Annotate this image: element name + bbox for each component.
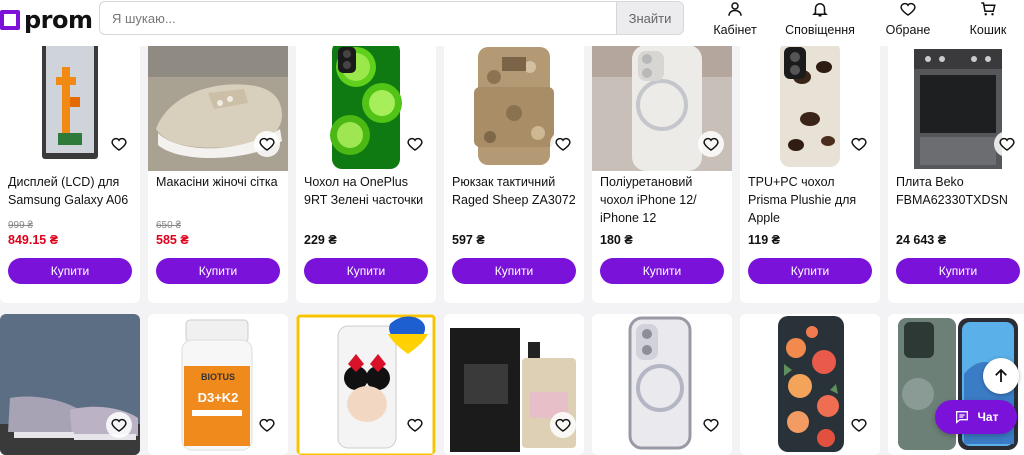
product-card[interactable] — [296, 314, 436, 455]
nav-notifications-label: Сповіщення — [785, 23, 855, 37]
heart-icon — [703, 137, 719, 151]
bottle-product: D3+K2 — [197, 390, 239, 405]
heart-icon — [407, 418, 423, 432]
chat-icon — [955, 411, 968, 424]
bottle-brand: BIOTUS — [200, 372, 235, 382]
product-card[interactable]: Плита Beko FBMA62330TXDSN 24 643 ₴ Купит… — [888, 37, 1024, 303]
favorite-button[interactable] — [402, 131, 428, 157]
user-icon — [728, 2, 742, 16]
product-title[interactable]: TPU+PC чохол Prisma Plushie для Apple — [748, 173, 876, 227]
heart-icon — [555, 418, 571, 432]
logo[interactable]: prom — [0, 6, 93, 34]
product-price: 24 643 ₴ — [896, 233, 947, 247]
favorite-button[interactable] — [550, 131, 576, 157]
bell-icon — [812, 3, 828, 17]
heart-icon — [407, 137, 423, 151]
favorite-button[interactable] — [550, 412, 576, 438]
product-price: 119 ₴ — [748, 233, 780, 247]
nav-notifications[interactable]: Сповіщення — [784, 0, 856, 37]
product-title[interactable]: Рюкзак тактичний Raged Sheep ZA3072 — [452, 173, 580, 209]
favorite-button[interactable] — [106, 412, 132, 438]
buy-button[interactable]: Купити — [304, 258, 428, 284]
product-card[interactable]: TPU+PC чохол Prisma Plushie для Apple 11… — [740, 37, 880, 303]
product-card[interactable]: Чохол на OnePlus 9RT Зелені часточки 229… — [296, 37, 436, 303]
favorite-button[interactable] — [402, 412, 428, 438]
buy-button[interactable]: Купити — [600, 258, 724, 284]
nav-cart[interactable]: Кошик — [966, 0, 1010, 37]
product-price: 597 ₴ — [452, 233, 485, 247]
product-title[interactable]: Дисплей (LCD) для Samsung Galaxy A06 — [8, 173, 136, 209]
product-card[interactable] — [592, 314, 732, 455]
heart-icon — [111, 137, 127, 151]
heart-icon — [111, 418, 127, 432]
product-price: 849.15 ₴ — [8, 233, 59, 247]
product-card[interactable]: Дисплей (LCD) для Samsung Galaxy A06 999… — [0, 37, 140, 303]
favorite-button[interactable] — [994, 131, 1020, 157]
product-card[interactable] — [444, 314, 584, 455]
page: Дисплей (LCD) для Samsung Galaxy A06 999… — [0, 0, 1024, 455]
heart-icon — [851, 137, 867, 151]
buy-button[interactable]: Купити — [896, 258, 1020, 284]
product-title[interactable]: Чохол на OnePlus 9RT Зелені часточки — [304, 173, 432, 209]
buy-button[interactable]: Купити — [156, 258, 280, 284]
heart-icon — [999, 137, 1015, 151]
search-button[interactable]: Знайти — [616, 2, 683, 34]
nav-favorites[interactable]: Обране — [884, 0, 932, 37]
product-title[interactable]: Плита Beko FBMA62330TXDSN — [896, 173, 1024, 209]
top-header: prom Знайти Кабінет Сповіщення Обране Ко… — [0, 0, 1024, 46]
nav-cart-label: Кошик — [969, 23, 1007, 37]
heart-icon — [703, 418, 719, 432]
heart-icon — [259, 137, 275, 151]
favorite-button[interactable] — [106, 131, 132, 157]
product-title[interactable]: Поліуретановий чохол iPhone 12/ iPhone 1… — [600, 173, 728, 227]
heart-icon — [259, 418, 275, 432]
scroll-top-button[interactable] — [983, 358, 1019, 394]
arrow-up-icon — [995, 368, 1007, 382]
product-card[interactable]: Рюкзак тактичний Raged Sheep ZA3072 597 … — [444, 37, 584, 303]
product-price: 180 ₴ — [600, 233, 633, 247]
old-price: 650 ₴ — [156, 220, 182, 231]
heart-icon — [555, 137, 571, 151]
nav-cabinet-label: Кабінет — [713, 23, 757, 37]
search-input[interactable] — [100, 2, 616, 34]
old-price: 999 ₴ — [8, 220, 34, 231]
product-price: 229 ₴ — [304, 233, 337, 247]
chat-button[interactable]: Чат — [935, 400, 1017, 434]
favorite-button[interactable] — [254, 131, 280, 157]
product-card[interactable] — [0, 314, 140, 455]
product-card[interactable] — [740, 314, 880, 455]
product-card[interactable]: Макасіни жіночі сітка 650 ₴ 585 ₴ Купити — [148, 37, 288, 303]
search-bar: Знайти — [99, 1, 684, 35]
logo-text: prom — [24, 6, 93, 34]
cart-icon — [981, 2, 996, 16]
favorite-button[interactable] — [846, 412, 872, 438]
chat-label: Чат — [977, 410, 999, 424]
favorite-button[interactable] — [698, 412, 724, 438]
nav-cabinet[interactable]: Кабінет — [712, 0, 758, 37]
product-card[interactable]: BIOTUS D3+K2 — [148, 314, 288, 455]
buy-button[interactable]: Купити — [8, 258, 132, 284]
buy-button[interactable]: Купити — [748, 258, 872, 284]
heart-icon — [900, 2, 916, 16]
product-title[interactable]: Макасіни жіночі сітка — [156, 173, 284, 191]
product-card[interactable]: Поліуретановий чохол iPhone 12/ iPhone 1… — [592, 37, 732, 303]
heart-icon — [851, 418, 867, 432]
favorite-button[interactable] — [846, 131, 872, 157]
favorite-button[interactable] — [254, 412, 280, 438]
nav-favorites-label: Обране — [885, 23, 931, 37]
product-price: 585 ₴ — [156, 233, 189, 247]
logo-mark-icon — [0, 10, 20, 30]
favorite-button[interactable] — [698, 131, 724, 157]
buy-button[interactable]: Купити — [452, 258, 576, 284]
